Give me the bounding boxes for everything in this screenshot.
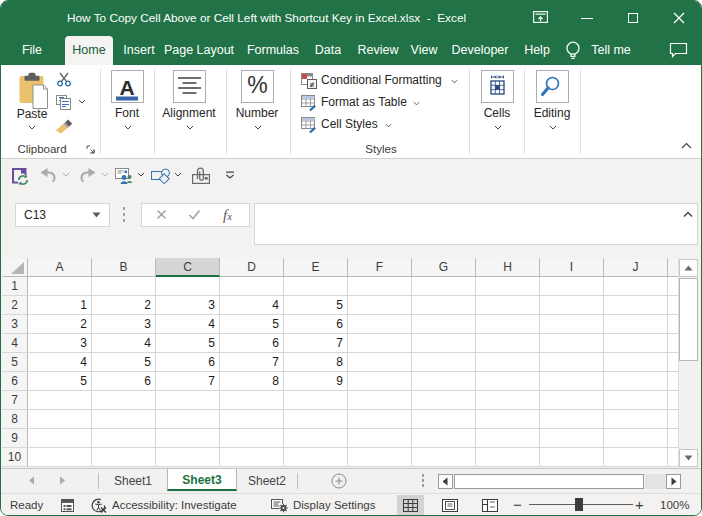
svg-text:A: A	[119, 76, 134, 99]
